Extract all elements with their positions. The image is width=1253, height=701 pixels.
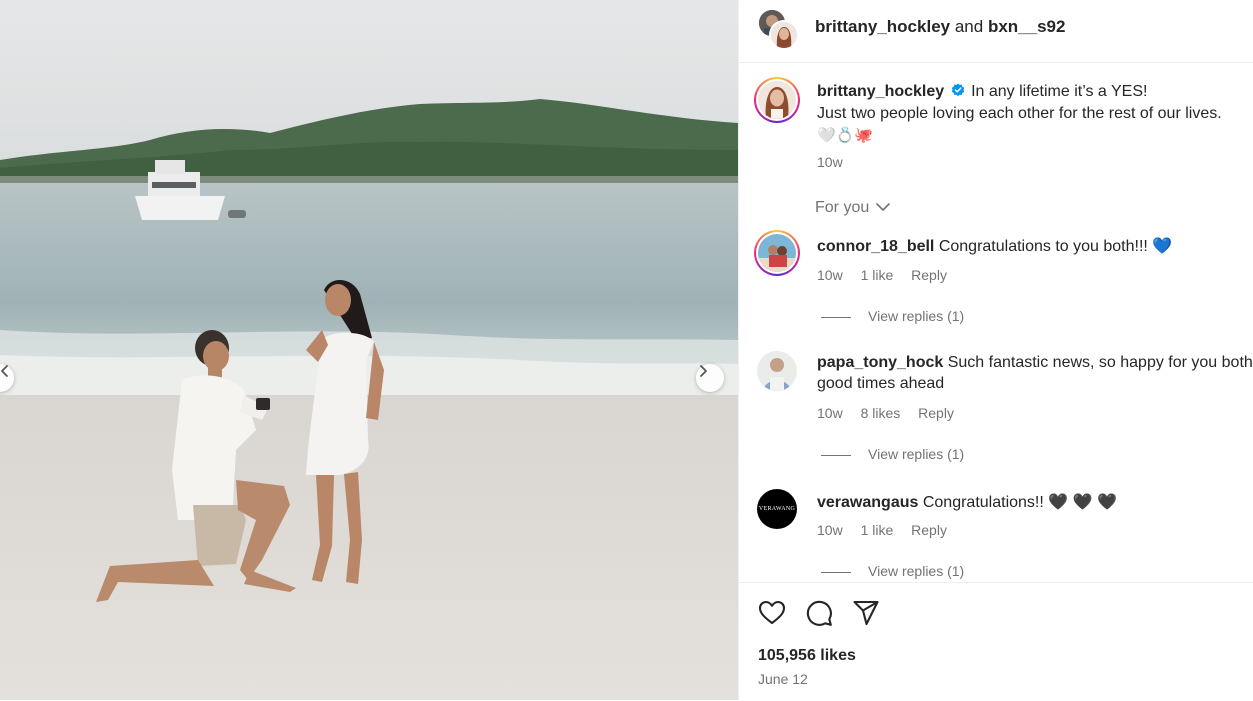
comment-avatar[interactable]: VERAWANG	[757, 489, 797, 529]
beach-proposal-image	[0, 0, 738, 700]
view-replies-label: View replies (1)	[868, 446, 965, 462]
caption-emojis: 🤍💍🐙	[817, 127, 874, 144]
caption-avatar[interactable]	[754, 77, 800, 123]
view-replies-button[interactable]: View replies (1)	[821, 563, 964, 579]
comment-meta: 10w 1 like Reply	[817, 522, 961, 538]
chevron-down-icon	[875, 203, 890, 212]
chevron-left-icon	[1, 365, 8, 377]
authors-joiner: and	[954, 17, 984, 36]
post-header: brittany_hockley and bxn__s92	[739, 0, 1253, 63]
comment-username[interactable]: papa_tony_hock	[817, 354, 943, 371]
view-replies-label: View replies (1)	[868, 563, 965, 579]
author-link[interactable]: brittany_hockley	[815, 17, 950, 36]
comment-sort-dropdown[interactable]: For you	[815, 199, 890, 217]
reply-button[interactable]: Reply	[911, 522, 947, 538]
comment-username[interactable]: connor_18_bell	[817, 238, 934, 255]
caption-line-1: brittany_hockley In any lifetime it’s a …	[817, 83, 1147, 101]
comment-time: 10w	[817, 522, 843, 538]
comment-avatar[interactable]	[757, 351, 797, 391]
avatar	[769, 20, 799, 50]
comment-text: Congratulations!! 🖤 🖤 🖤	[922, 494, 1117, 511]
avatar	[758, 81, 796, 119]
avatar	[757, 351, 797, 391]
avatar	[758, 234, 796, 272]
reply-button[interactable]: Reply	[918, 405, 954, 421]
comment-text: Congratulations to you both!!! 💙	[938, 238, 1173, 255]
verified-icon	[951, 83, 964, 97]
comment-time: 10w	[817, 405, 843, 421]
author-link[interactable]: bxn__s92	[988, 17, 1066, 36]
chevron-right-icon	[700, 365, 707, 377]
comment-line: verawangaus Congratulations!! 🖤 🖤 🖤	[817, 492, 1117, 512]
next-photo-button[interactable]	[696, 364, 724, 392]
post-authors: brittany_hockley and bxn__s92	[815, 17, 1065, 37]
caption-time: 10w	[817, 154, 843, 170]
comment-line: connor_18_bell Congratulations to you bo…	[817, 236, 1172, 256]
comment-avatar[interactable]	[754, 230, 800, 276]
comment-likes[interactable]: 1 like	[861, 522, 894, 538]
for-you-label: For you	[815, 199, 870, 216]
heart-icon[interactable]	[758, 599, 786, 627]
collab-avatars[interactable]	[757, 8, 799, 50]
comment-meta: 10w 8 likes Reply	[817, 405, 968, 421]
likes-count[interactable]: 105,956 likes	[758, 647, 856, 665]
post-photo[interactable]	[0, 0, 738, 700]
comment-icon[interactable]	[805, 599, 833, 627]
caption-line-2: Just two people loving each other for th…	[817, 105, 1222, 122]
verawang-logo: VERAWANG	[758, 506, 796, 512]
comment-meta: 10w 1 like Reply	[817, 267, 961, 283]
reply-button[interactable]: Reply	[911, 267, 947, 283]
comment-line: papa_tony_hock Such fantastic news, so h…	[817, 354, 1253, 372]
comment-time: 10w	[817, 267, 843, 283]
comment-likes[interactable]: 1 like	[861, 267, 894, 283]
comment-username[interactable]: verawangaus	[817, 494, 918, 511]
comment-text: Such fantastic news, so happy for you bo…	[947, 354, 1253, 371]
post-date: June 12	[758, 671, 808, 687]
view-replies-button[interactable]: View replies (1)	[821, 308, 964, 324]
comment-text-continued: good times ahead	[817, 375, 945, 392]
caption-username[interactable]: brittany_hockley	[817, 83, 944, 100]
caption-text: In any lifetime it’s a YES!	[971, 83, 1148, 100]
share-icon[interactable]	[852, 599, 880, 627]
view-replies-button[interactable]: View replies (1)	[821, 446, 964, 462]
post-side-panel: brittany_hockley and bxn__s92 brittany_h…	[738, 0, 1253, 700]
view-replies-label: View replies (1)	[868, 308, 965, 324]
comment-likes[interactable]: 8 likes	[861, 405, 901, 421]
post-actions: 105,956 likes June 12	[739, 582, 1253, 701]
